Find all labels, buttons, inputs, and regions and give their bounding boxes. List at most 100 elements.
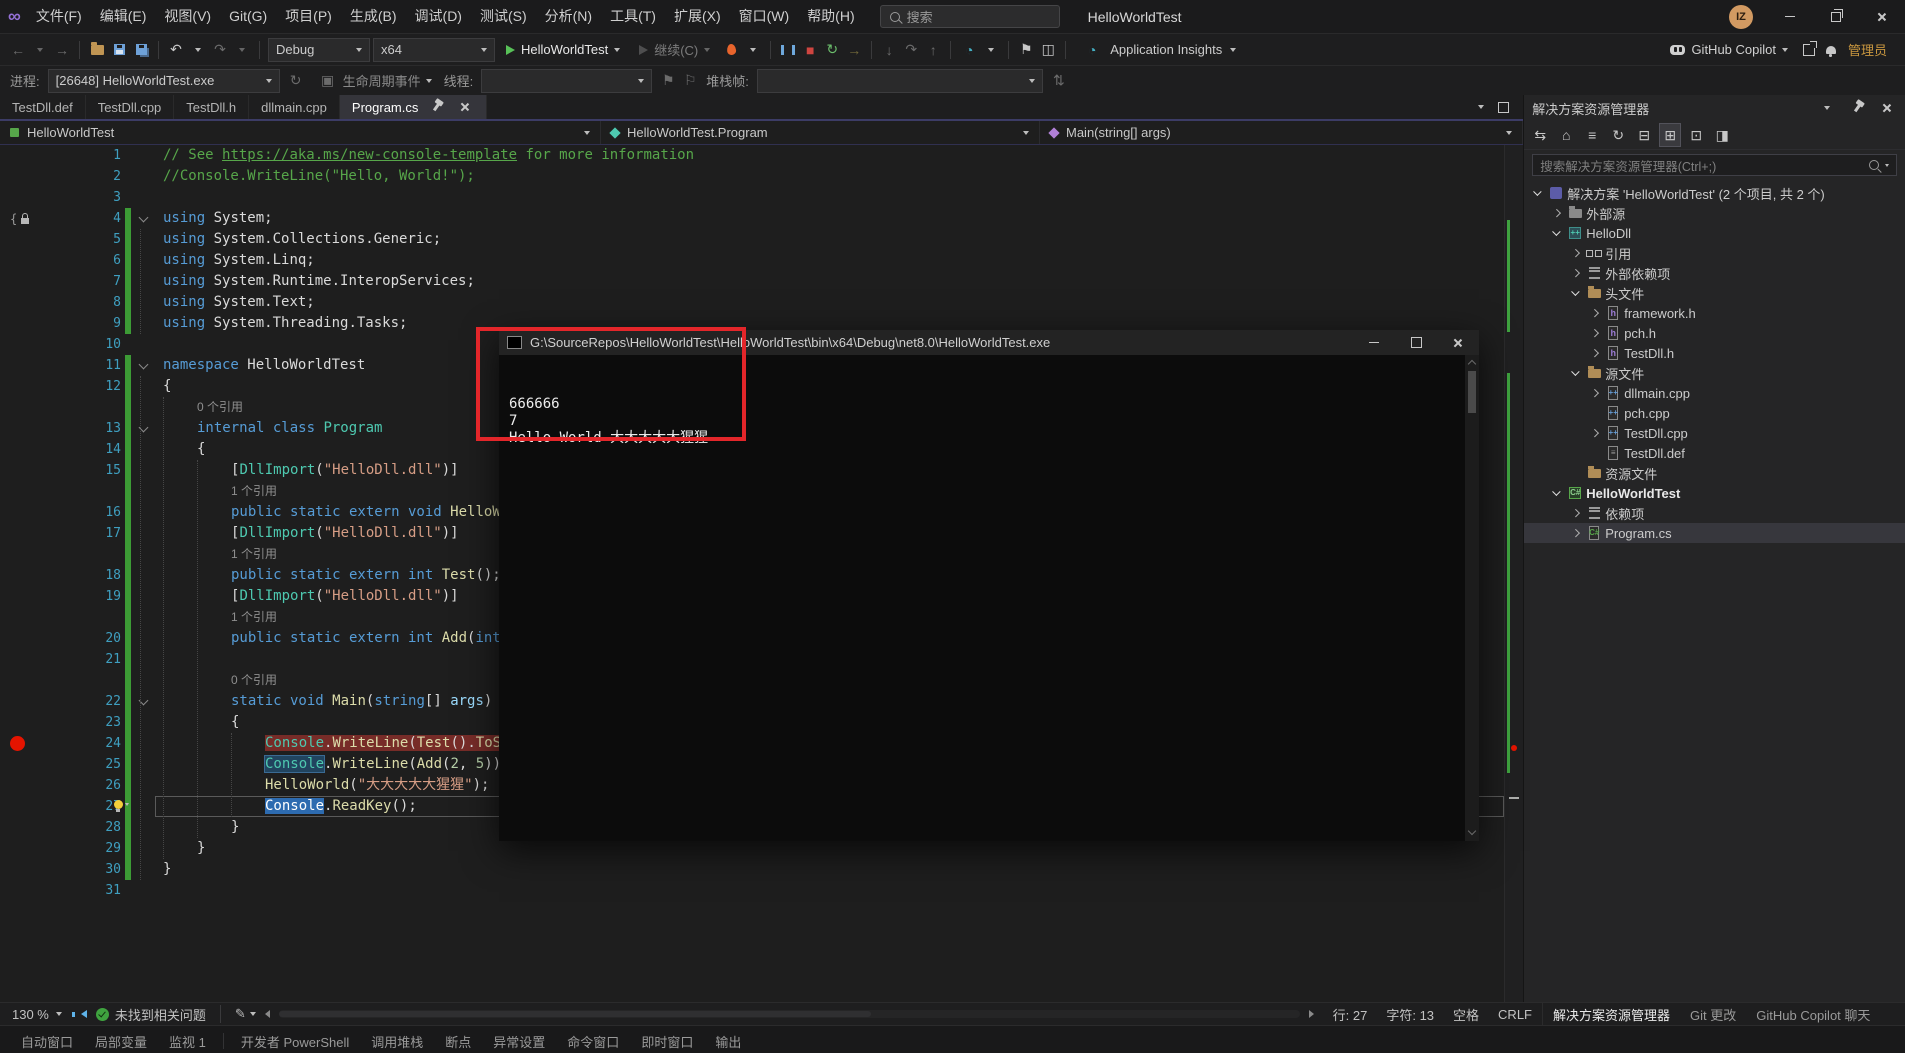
- menu-item[interactable]: 测试(S): [471, 0, 536, 33]
- tree-collapse-icon[interactable]: [1568, 371, 1583, 375]
- fold-margin[interactable]: [131, 271, 155, 292]
- glyph-margin[interactable]: [0, 334, 55, 355]
- navigate-back-icon[interactable]: ←: [8, 39, 28, 61]
- panel-menu-chevron-icon[interactable]: [1817, 97, 1837, 119]
- fold-margin[interactable]: [131, 523, 155, 544]
- tab-pin-icon[interactable]: [426, 96, 446, 118]
- menu-item[interactable]: 工具(T): [601, 0, 665, 33]
- tree-item[interactable]: 头文件: [1524, 283, 1905, 303]
- fold-margin[interactable]: [131, 376, 155, 397]
- fold-margin[interactable]: [131, 166, 155, 187]
- glyph-margin[interactable]: [0, 628, 55, 649]
- console-scrollbar[interactable]: [1465, 355, 1479, 841]
- stop-debugging-icon[interactable]: ■: [800, 39, 820, 61]
- menu-item[interactable]: Git(G): [220, 0, 276, 33]
- tree-item[interactable]: 依赖项: [1524, 503, 1905, 523]
- filter-icon[interactable]: ≡: [1582, 124, 1602, 146]
- fold-margin[interactable]: [131, 439, 155, 460]
- fold-margin[interactable]: [131, 565, 155, 586]
- glyph-margin[interactable]: [0, 565, 55, 586]
- menu-item[interactable]: 帮助(H): [798, 0, 863, 33]
- tree-item[interactable]: 源文件: [1524, 363, 1905, 383]
- fold-margin[interactable]: [131, 313, 155, 334]
- tree-item[interactable]: hframework.h: [1524, 303, 1905, 323]
- line-ending-indicator[interactable]: CRLF: [1498, 1007, 1532, 1022]
- tree-expand-icon[interactable]: [1568, 510, 1583, 516]
- console-scrollbar-thumb[interactable]: [1468, 371, 1476, 413]
- hot-reload-icon[interactable]: [721, 39, 741, 61]
- code-text[interactable]: using System.Collections.Generic;: [155, 229, 1504, 250]
- code-cleanup-button[interactable]: ✎: [235, 1006, 256, 1022]
- code-text[interactable]: [155, 880, 1504, 901]
- breadcrumb-type-dropdown[interactable]: HelloWorldTest.Program: [601, 121, 1040, 144]
- document-health-indicator[interactable]: 未找到相关问题: [96, 1005, 206, 1024]
- fold-collapse-icon[interactable]: [138, 212, 148, 222]
- menu-item[interactable]: 窗口(W): [730, 0, 799, 33]
- solution-search-input[interactable]: 搜索解决方案资源管理器(Ctrl+;): [1532, 154, 1897, 176]
- code-text[interactable]: //Console.WriteLine("Hello, World!");: [155, 166, 1504, 187]
- step-over-icon[interactable]: ↷: [901, 39, 921, 61]
- glyph-margin[interactable]: [0, 586, 55, 607]
- codelens-references[interactable]: 0 个引用: [231, 673, 277, 687]
- glyph-margin[interactable]: [0, 460, 55, 481]
- show-next-statement-icon[interactable]: →: [844, 39, 864, 61]
- fold-margin[interactable]: [131, 628, 155, 649]
- glyph-margin[interactable]: [0, 733, 55, 754]
- tree-expand-icon[interactable]: [1549, 210, 1564, 216]
- menu-item[interactable]: 调试(D): [406, 0, 471, 33]
- glyph-margin[interactable]: [0, 292, 55, 313]
- tree-item[interactable]: 解决方案 'HelloWorldTest' (2 个项目, 共 2 个): [1524, 183, 1905, 203]
- code-text[interactable]: using System.Text;: [155, 292, 1504, 313]
- fold-margin[interactable]: [131, 817, 155, 838]
- save-icon[interactable]: [109, 39, 129, 61]
- codelens-references[interactable]: 1 个引用: [231, 610, 277, 624]
- tree-item[interactable]: hpch.h: [1524, 323, 1905, 343]
- fold-margin[interactable]: [131, 691, 155, 712]
- show-all-files-icon[interactable]: ⊞: [1660, 124, 1680, 146]
- glyph-margin[interactable]: [0, 187, 55, 208]
- glyph-margin[interactable]: [0, 355, 55, 376]
- editor-tab[interactable]: TestDll.def: [0, 95, 86, 119]
- tree-expand-icon[interactable]: [1568, 270, 1583, 276]
- glyph-margin[interactable]: [0, 544, 55, 565]
- editor-scrollbar[interactable]: [1504, 145, 1523, 1002]
- open-file-icon[interactable]: [87, 39, 107, 61]
- code-text[interactable]: // See https://aka.ms/new-console-templa…: [155, 145, 1504, 166]
- hscroll-right-arrow-icon[interactable]: [1309, 1010, 1314, 1018]
- tree-item[interactable]: C#Program.cs: [1524, 523, 1905, 543]
- code-text[interactable]: [155, 187, 1504, 208]
- diagnostic-tools-icon[interactable]: ◔: [959, 39, 979, 61]
- restore-button[interactable]: [1813, 0, 1859, 33]
- console-output-area[interactable]: 6666667Hello World 大大大大大猩猩: [499, 355, 1479, 841]
- lifecycle-events-button[interactable]: ▣ 生命周期事件: [312, 70, 438, 92]
- process-refresh-icon[interactable]: ↻: [286, 70, 306, 92]
- console-minimize-button[interactable]: [1353, 330, 1395, 355]
- editor-tab[interactable]: TestDll.h: [174, 95, 249, 119]
- minimize-button[interactable]: [1767, 0, 1813, 33]
- account-avatar[interactable]: IZ: [1729, 5, 1753, 29]
- tree-item[interactable]: 资源文件: [1524, 463, 1905, 483]
- menu-item[interactable]: 扩展(X): [665, 0, 730, 33]
- preview-selected-items-icon[interactable]: ◨: [1712, 124, 1732, 146]
- tool-window-tab[interactable]: 异常设置: [482, 1032, 556, 1051]
- code-text[interactable]: using System.Linq;: [155, 250, 1504, 271]
- fold-margin[interactable]: [131, 649, 155, 670]
- glyph-margin[interactable]: [0, 250, 55, 271]
- menu-item[interactable]: 视图(V): [155, 0, 220, 33]
- tree-item[interactable]: 外部源: [1524, 203, 1905, 223]
- send-feedback-icon[interactable]: [1799, 39, 1819, 61]
- tool-window-tab[interactable]: 开发者 PowerShell: [230, 1032, 360, 1051]
- glyph-margin[interactable]: [0, 796, 55, 817]
- code-text[interactable]: }: [155, 859, 1504, 880]
- console-close-button[interactable]: [1437, 330, 1479, 355]
- fold-margin[interactable]: [131, 418, 155, 439]
- collapse-all-icon[interactable]: ⊟: [1634, 124, 1654, 146]
- fold-margin[interactable]: [131, 880, 155, 901]
- glyph-margin[interactable]: [0, 754, 55, 775]
- global-search-box[interactable]: 搜索: [880, 5, 1060, 28]
- glyph-margin[interactable]: [0, 481, 55, 502]
- hscroll-left-arrow-icon[interactable]: [265, 1010, 270, 1018]
- fold-margin[interactable]: [131, 145, 155, 166]
- fold-margin[interactable]: [131, 334, 155, 355]
- hot-reload-caret[interactable]: [743, 39, 763, 61]
